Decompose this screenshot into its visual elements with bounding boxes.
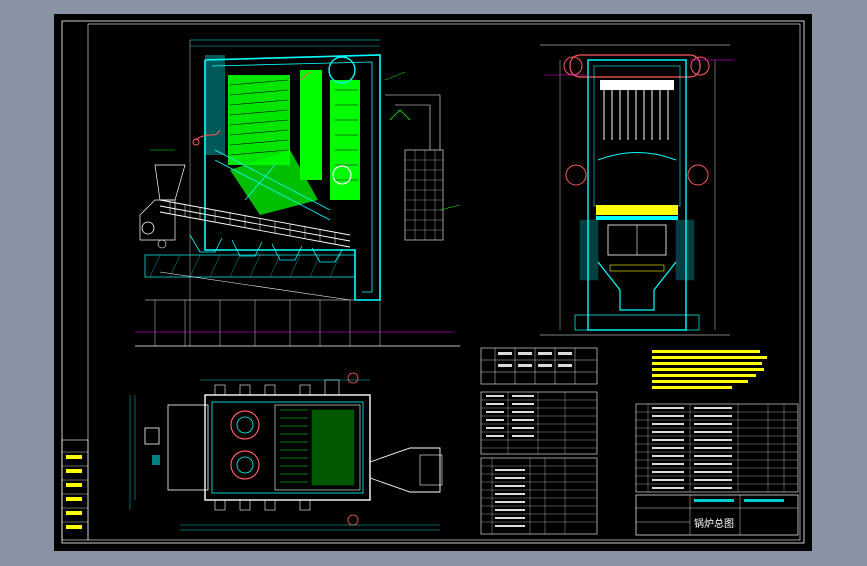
boiler-general-drawing: 锅炉总图 [54,14,812,551]
cad-viewport[interactable]: 锅炉总图 [0,0,867,562]
drawing-title: 锅炉总图 [694,517,734,530]
